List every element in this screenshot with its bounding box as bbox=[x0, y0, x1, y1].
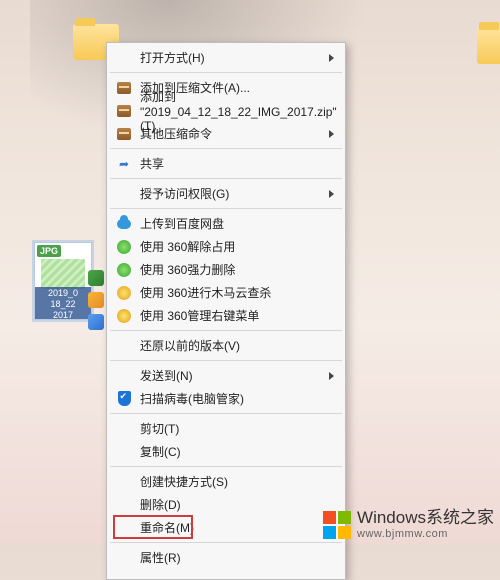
folder-icon bbox=[477, 28, 500, 64]
submenu-arrow-icon bbox=[329, 130, 334, 138]
menu-label: 使用 360强力删除 bbox=[140, 261, 334, 278]
menu-share[interactable]: ➦ 共享 bbox=[108, 152, 344, 175]
jpg-badge: JPG bbox=[37, 245, 61, 257]
share-icon: ➦ bbox=[116, 156, 132, 172]
menu-separator bbox=[110, 330, 342, 331]
menu-label: 使用 360解除占用 bbox=[140, 238, 334, 255]
menu-label: 复制(C) bbox=[140, 443, 334, 460]
menu-properties[interactable]: 属性(R) bbox=[108, 546, 344, 569]
menu-scan-virus[interactable]: 扫描病毒(电脑管家) bbox=[108, 387, 344, 410]
360-yellow-icon bbox=[116, 285, 132, 301]
badge-icon-1 bbox=[88, 270, 104, 286]
watermark-title: Windows系统之家 bbox=[357, 509, 494, 528]
badge-icon-2 bbox=[88, 292, 104, 308]
menu-label: 删除(D) bbox=[140, 496, 334, 513]
windows-logo-icon bbox=[323, 511, 351, 539]
menu-grant-access[interactable]: 授予访问权限(G) bbox=[108, 182, 344, 205]
menu-upload-baidu[interactable]: 上传到百度网盘 bbox=[108, 212, 344, 235]
360-yellow-icon bbox=[116, 308, 132, 324]
menu-label: 使用 360进行木马云查杀 bbox=[140, 284, 334, 301]
watermark: Windows系统之家 www.bjmmw.com bbox=[323, 509, 494, 540]
menu-360-unoccupy[interactable]: 使用 360解除占用 bbox=[108, 235, 344, 258]
cloud-icon bbox=[116, 216, 132, 232]
menu-add-to-named-zip[interactable]: 添加到 "2019_04_12_18_22_IMG_2017.zip" (T) bbox=[108, 99, 344, 122]
badge-icon-3 bbox=[88, 314, 104, 330]
menu-separator bbox=[110, 466, 342, 467]
desktop-folder-2[interactable] bbox=[474, 28, 500, 96]
submenu-arrow-icon bbox=[329, 372, 334, 380]
menu-send-to[interactable]: 发送到(N) bbox=[108, 364, 344, 387]
menu-label: 共享 bbox=[140, 155, 334, 172]
menu-separator bbox=[110, 542, 342, 543]
archive-icon bbox=[116, 80, 132, 96]
thumbnail-caption: 2019_0 18_22 2017 bbox=[35, 287, 91, 319]
360-green-icon bbox=[116, 239, 132, 255]
watermark-url: www.bjmmw.com bbox=[357, 528, 494, 540]
menu-label: 其他压缩命令 bbox=[140, 125, 329, 142]
archive-icon bbox=[116, 126, 132, 142]
menu-rename[interactable]: 重命名(M) bbox=[108, 516, 344, 539]
menu-label: 剪切(T) bbox=[140, 420, 334, 437]
menu-label: 打开方式(H) bbox=[140, 49, 329, 66]
menu-label: 还原以前的版本(V) bbox=[140, 337, 334, 354]
menu-separator bbox=[110, 178, 342, 179]
menu-open-with[interactable]: 打开方式(H) bbox=[108, 46, 344, 69]
menu-360-manage[interactable]: 使用 360管理右键菜单 bbox=[108, 304, 344, 327]
menu-other-compress[interactable]: 其他压缩命令 bbox=[108, 122, 344, 145]
menu-separator bbox=[110, 72, 342, 73]
menu-restore-previous[interactable]: 还原以前的版本(V) bbox=[108, 334, 344, 357]
menu-360-trojan[interactable]: 使用 360进行木马云查杀 bbox=[108, 281, 344, 304]
360-green-icon bbox=[116, 262, 132, 278]
shield-icon bbox=[116, 391, 132, 407]
menu-label: 重命名(M) bbox=[140, 519, 334, 536]
menu-label: 属性(R) bbox=[140, 549, 334, 566]
menu-copy[interactable]: 复制(C) bbox=[108, 440, 344, 463]
menu-cut[interactable]: 剪切(T) bbox=[108, 417, 344, 440]
menu-separator bbox=[110, 360, 342, 361]
archive-icon bbox=[116, 103, 132, 119]
menu-label: 上传到百度网盘 bbox=[140, 215, 334, 232]
context-menu: 打开方式(H) 添加到压缩文件(A)... 添加到 "2019_04_12_18… bbox=[106, 42, 346, 580]
submenu-arrow-icon bbox=[329, 190, 334, 198]
submenu-arrow-icon bbox=[329, 54, 334, 62]
menu-label: 创建快捷方式(S) bbox=[140, 473, 334, 490]
side-badges bbox=[88, 270, 106, 336]
menu-separator bbox=[110, 208, 342, 209]
menu-delete[interactable]: 删除(D) bbox=[108, 493, 344, 516]
menu-360-forcedel[interactable]: 使用 360强力删除 bbox=[108, 258, 344, 281]
selected-image-thumbnail[interactable]: JPG 2019_0 18_22 2017 bbox=[34, 242, 92, 320]
menu-separator bbox=[110, 413, 342, 414]
desktop-background: JPG 2019_0 18_22 2017 打开方式(H) 添加到压缩文件(A)… bbox=[0, 0, 500, 544]
menu-create-shortcut[interactable]: 创建快捷方式(S) bbox=[108, 470, 344, 493]
menu-separator bbox=[110, 148, 342, 149]
menu-label: 发送到(N) bbox=[140, 367, 329, 384]
menu-label: 使用 360管理右键菜单 bbox=[140, 307, 334, 324]
menu-label: 扫描病毒(电脑管家) bbox=[140, 390, 334, 407]
menu-label: 授予访问权限(G) bbox=[140, 185, 329, 202]
thumbnail-preview bbox=[41, 259, 85, 289]
